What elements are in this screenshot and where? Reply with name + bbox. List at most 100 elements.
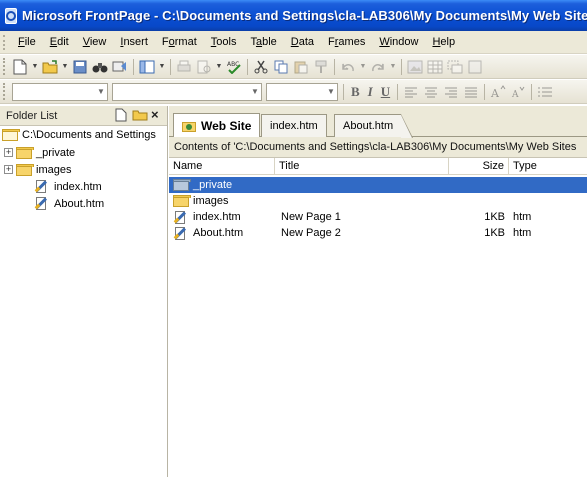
undo-dropdown-arrow-icon[interactable]: ▼ <box>359 58 367 76</box>
numbering-icon[interactable] <box>536 83 554 101</box>
menu-bar: File Edit View Insert Format Tools Table… <box>0 31 587 54</box>
menu-window[interactable]: Window <box>372 36 425 48</box>
window-title: Microsoft FrontPage - C:\Documents and S… <box>22 8 587 23</box>
menu-frames[interactable]: Frames <box>321 36 372 48</box>
file-row-images[interactable]: images <box>169 193 587 209</box>
menu-format[interactable]: Format <box>155 36 204 48</box>
menu-edit[interactable]: Edit <box>43 36 76 48</box>
column-header-name[interactable]: Name <box>169 158 275 174</box>
menu-tools[interactable]: Tools <box>204 36 244 48</box>
paste-icon[interactable] <box>292 58 310 76</box>
redo-dropdown-arrow-icon[interactable]: ▼ <box>389 58 397 76</box>
menu-view[interactable]: View <box>76 36 114 48</box>
web-component-icon[interactable] <box>466 58 484 76</box>
file-type: htm <box>513 227 532 239</box>
insert-layer-icon[interactable] <box>446 58 464 76</box>
new-page-icon[interactable] <box>11 58 29 76</box>
preview-dropdown-arrow-icon[interactable]: ▼ <box>215 58 223 76</box>
menu-help[interactable]: Help <box>425 36 462 48</box>
tree-item-about[interactable]: About.htm <box>0 195 167 212</box>
toolbar-separator <box>133 58 134 75</box>
style-select[interactable]: ▼ <box>12 82 108 101</box>
web-site-icon <box>182 120 196 132</box>
tab-label: index.htm <box>270 120 318 132</box>
tree-item-private[interactable]: + _private <box>0 144 167 161</box>
frontpage-app-icon[interactable] <box>5 7 17 24</box>
justify-icon[interactable] <box>462 83 480 101</box>
font-size-select[interactable]: ▼ <box>266 82 338 101</box>
svg-text:A: A <box>490 87 500 99</box>
expand-icon[interactable]: + <box>4 165 13 174</box>
menu-file[interactable]: File <box>11 36 43 48</box>
folder-icon <box>2 129 20 141</box>
print-preview-icon[interactable] <box>195 58 213 76</box>
tree-item-index[interactable]: index.htm <box>0 178 167 195</box>
file-row-index[interactable]: index.htm New Page 1 1KB htm <box>169 209 587 225</box>
toolbar-separator <box>334 58 335 75</box>
column-header-title[interactable]: Title <box>275 158 449 174</box>
copy-icon[interactable] <box>272 58 290 76</box>
tree-item-label: index.htm <box>54 180 102 193</box>
new-page-icon[interactable] <box>115 108 129 122</box>
main-content: Web Site index.htm About.htm Contents of… <box>169 106 587 477</box>
print-icon[interactable] <box>175 58 193 76</box>
toolbar-grip[interactable] <box>3 58 6 75</box>
menu-data[interactable]: Data <box>284 36 321 48</box>
toolbar-separator <box>484 83 486 100</box>
toggle-pane-icon[interactable] <box>138 58 156 76</box>
file-name: About.htm <box>193 227 244 239</box>
align-center-icon[interactable] <box>422 83 440 101</box>
decrease-font-size-icon[interactable]: A <box>509 83 527 101</box>
tab-web-site[interactable]: Web Site <box>173 113 261 137</box>
align-right-icon[interactable] <box>442 83 460 101</box>
insert-picture-icon[interactable] <box>406 58 424 76</box>
insert-table-icon[interactable] <box>426 58 444 76</box>
toolbar-grip[interactable] <box>3 83 6 100</box>
cut-icon[interactable] <box>252 58 270 76</box>
format-painter-icon[interactable] <box>312 58 330 76</box>
folder-list-header: Folder List × <box>0 106 167 126</box>
toolbar-separator <box>397 83 399 100</box>
menubar-grip[interactable] <box>3 34 7 50</box>
file-row-about[interactable]: About.htm New Page 2 1KB htm <box>169 225 587 241</box>
bold-button[interactable]: B <box>347 84 364 100</box>
tab-index-htm[interactable]: index.htm <box>261 114 327 137</box>
expand-icon[interactable]: + <box>4 148 13 157</box>
increase-font-size-icon[interactable]: A <box>489 83 507 101</box>
new-folder-icon[interactable] <box>132 108 148 122</box>
align-left-icon[interactable] <box>402 83 420 101</box>
search-binoculars-icon[interactable] <box>91 58 109 76</box>
file-name: images <box>193 195 229 207</box>
new-dropdown-arrow-icon[interactable]: ▼ <box>31 58 39 76</box>
spelling-check-icon[interactable]: ABC <box>225 58 243 76</box>
tree-item-images[interactable]: + images <box>0 161 167 178</box>
tree-root-label: C:\Documents and Settings <box>22 129 156 141</box>
tab-about-htm[interactable]: About.htm <box>334 114 414 138</box>
close-icon[interactable]: × <box>151 108 163 122</box>
tree-root-folder[interactable]: C:\Documents and Settings <box>0 126 167 144</box>
document-tabs: Web Site index.htm About.htm <box>169 106 587 138</box>
publish-icon[interactable] <box>111 58 129 76</box>
open-dropdown-arrow-icon[interactable]: ▼ <box>61 58 69 76</box>
html-page-icon <box>173 226 188 241</box>
italic-button[interactable]: I <box>364 84 377 100</box>
column-header-type[interactable]: Type <box>509 158 587 174</box>
undo-icon[interactable] <box>339 58 357 76</box>
toolbar-separator <box>343 83 344 100</box>
html-page-icon <box>34 196 49 211</box>
menu-table[interactable]: Table <box>243 36 283 48</box>
menu-insert[interactable]: Insert <box>113 36 155 48</box>
pane-dropdown-arrow-icon[interactable]: ▼ <box>158 58 166 76</box>
column-header-size[interactable]: Size <box>449 158 509 174</box>
contents-path-bar: Contents of 'C:\Documents and Settings\c… <box>169 137 587 158</box>
tab-label: Web Site <box>201 118 252 133</box>
formatting-toolbar: ▼ ▼ ▼ B I U A A <box>0 80 587 104</box>
underline-button[interactable]: U <box>377 84 394 100</box>
redo-icon[interactable] <box>369 58 387 76</box>
file-row-private[interactable]: _private <box>169 177 587 193</box>
save-icon[interactable] <box>71 58 89 76</box>
open-folder-icon[interactable] <box>41 58 59 76</box>
font-select[interactable]: ▼ <box>112 82 262 101</box>
html-page-icon <box>173 210 188 225</box>
svg-text:A: A <box>511 90 519 99</box>
